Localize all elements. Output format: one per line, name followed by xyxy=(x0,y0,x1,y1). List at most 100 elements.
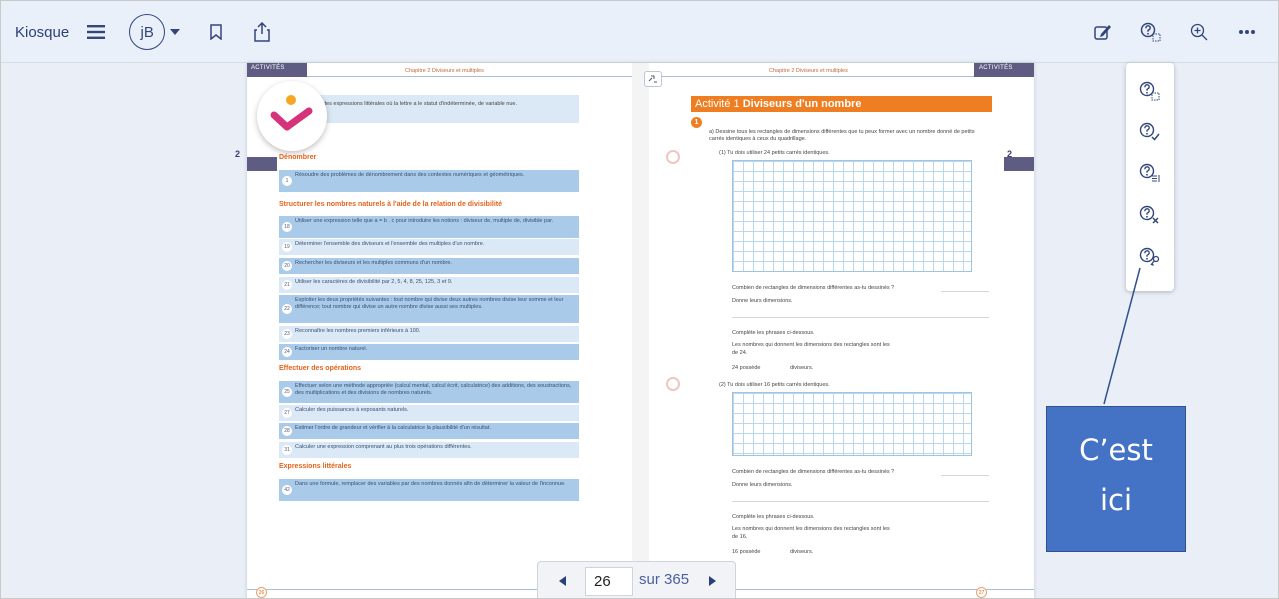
list-item: 22 Exploiter les deux propriétés suivante… xyxy=(279,295,579,323)
kiosque-link[interactable]: Kiosque xyxy=(15,24,69,41)
question-dims-2: Donne leurs dimensions. xyxy=(732,482,793,488)
item-number: 23 xyxy=(282,329,292,339)
question-numbers-2: Les nombres qui donnent les dimensions d… xyxy=(732,526,890,532)
item-number: 25 xyxy=(282,387,292,397)
answer-line[interactable] xyxy=(732,317,989,318)
answer-line[interactable] xyxy=(941,291,989,292)
item-text: Utiliser les caractères de divisibilité … xyxy=(295,279,453,285)
section-title: Effectuer des opérations xyxy=(279,365,362,372)
question-complete-2: Complète les phrases ci-dessous. xyxy=(732,514,815,520)
item-text: Rechercher les diviseurs et les multiple… xyxy=(295,260,452,266)
menu-icon[interactable] xyxy=(83,19,109,45)
right-header-rule xyxy=(649,76,974,77)
list-item: 1 Résoudre des problèmes de dénombrement … xyxy=(279,170,579,192)
left-chapter-label: Chapitre 2 Diviseurs et multiples xyxy=(405,68,484,74)
zoom-in-icon[interactable] xyxy=(1186,19,1212,45)
activity-title: Diviseurs d'un nombre xyxy=(742,98,862,110)
drawing-grid[interactable] xyxy=(732,392,972,456)
item-text: Exploiter les deux propriétés suivantes … xyxy=(295,297,564,310)
item-text: Factoriser un nombre naturel. xyxy=(295,346,368,352)
question-tools-menu xyxy=(1126,63,1174,291)
answer-line[interactable] xyxy=(732,501,989,502)
callout-line-2: ici xyxy=(1099,483,1133,517)
list-item: 24 Factoriser un nombre naturel. xyxy=(279,344,579,360)
right-chapter-number: 2 xyxy=(1007,149,1013,159)
list-item: 25 Effectuer selon une méthode appropriée… xyxy=(279,381,579,403)
left-header-rule xyxy=(307,76,632,77)
avatar[interactable]: jB xyxy=(129,14,166,50)
intro-text: des expressions littérales où la lettre … xyxy=(323,101,517,107)
page-navigator: 26 sur 365 xyxy=(537,561,736,598)
drawing-grid[interactable] xyxy=(732,160,972,272)
more-options-icon[interactable] xyxy=(1234,19,1260,45)
bookmark-icon[interactable] xyxy=(203,19,229,45)
question-a: a) Dessine tous les rectangles de dimens… xyxy=(709,129,975,142)
list-item: 20 Rechercher les diviseurs et les multip… xyxy=(279,258,579,274)
question-numbers-1: Les nombres qui donnent les dimensions d… xyxy=(732,342,890,348)
question-close-icon[interactable] xyxy=(1136,201,1164,229)
callout-box: C’est ici xyxy=(1046,406,1186,552)
page-total-label: sur 365 xyxy=(639,571,690,588)
question-2: (2) Tu dois utiliser 16 petits carrés id… xyxy=(719,382,830,388)
app-logo xyxy=(257,81,327,151)
share-icon[interactable] xyxy=(249,19,275,45)
right-header-tag: ACTIVITÉS xyxy=(979,65,1013,71)
item-text: Reconnaître les nombres premiers inférie… xyxy=(295,328,421,334)
right-chapter-label: Chapitre 2 Diviseurs et multiples xyxy=(769,68,848,74)
chevron-down-icon[interactable] xyxy=(169,19,181,45)
question-complete-1: Complète les phrases ci-dessous. xyxy=(732,330,815,336)
list-item: 19 Déterminer l'ensemble des diviseurs et… xyxy=(279,239,579,255)
right-chapter-tab xyxy=(1004,157,1034,171)
left-chapter-tab xyxy=(247,157,277,171)
question-has-1b: diviseurs. xyxy=(790,365,814,371)
item-number: 24 xyxy=(282,347,292,357)
item-number: 1 xyxy=(282,176,292,186)
item-text: Calculer une expression comprenant au pl… xyxy=(295,444,472,450)
question-frame-icon[interactable] xyxy=(1136,77,1164,105)
list-item: 18 Utiliser une expression telle que a = … xyxy=(279,216,579,238)
question-count-2: Combien de rectangles de dimensions diff… xyxy=(732,469,895,475)
list-item: 31 Calculer une expression comprenant au … xyxy=(279,442,579,458)
item-text: Estimer l'ordre de grandeur et vérifier … xyxy=(295,425,491,431)
item-text: Calculer des puissances à exposants natu… xyxy=(295,407,409,413)
item-text: Utiliser une expression telle que a = b … xyxy=(295,218,554,224)
question-has-2a: 16 possède xyxy=(732,549,761,555)
link-icon[interactable] xyxy=(644,71,662,87)
page-number-input[interactable]: 26 xyxy=(585,567,633,596)
list-item: 42 Dans une formule, remplacer des variab… xyxy=(279,479,579,501)
item-number: 27 xyxy=(282,408,292,418)
question-list-icon[interactable] xyxy=(1136,159,1164,187)
section-title: Structurer les nombres naturels à l'aide… xyxy=(279,201,503,208)
item-number: 28 xyxy=(282,426,292,436)
question-1: (1) Tu dois utiliser 24 petits carrés id… xyxy=(719,150,830,156)
section-title: Dénombrer xyxy=(279,154,317,161)
list-item: 21 Utiliser les caractères de divisibilit… xyxy=(279,277,579,293)
toolbar-left-group: Kiosque jB xyxy=(15,1,275,63)
previous-page-button[interactable] xyxy=(554,573,570,589)
audio-icon[interactable] xyxy=(666,150,680,164)
callout-line-1: C’est xyxy=(1079,433,1153,467)
edit-note-icon[interactable] xyxy=(1090,19,1116,45)
section-title: Expressions littérales xyxy=(279,463,352,470)
list-item: 27 Calculer des puissances à exposants na… xyxy=(279,405,579,421)
question-tool-icon[interactable] xyxy=(1138,19,1164,45)
question-check-icon[interactable] xyxy=(1136,118,1164,146)
activity-prefix: Activité 1 xyxy=(695,98,740,110)
activity-step-badge: 1 xyxy=(691,117,702,128)
next-page-button[interactable] xyxy=(704,573,720,589)
item-text: Résoudre des problèmes de dénombrement d… xyxy=(295,172,525,178)
item-number: 19 xyxy=(282,242,292,252)
app-window: Kiosque jB ACTIVITÉS Chapitre 2 Diviseur… xyxy=(0,0,1279,599)
answer-line[interactable] xyxy=(941,475,989,476)
activity-title-bar: Activité 1 Diviseurs d'un nombre xyxy=(691,96,992,112)
item-text: Effectuer selon une méthode appropriée (… xyxy=(295,383,572,396)
audio-icon[interactable] xyxy=(666,377,680,391)
left-header-tag: ACTIVITÉS xyxy=(251,65,285,71)
toolbar-right-group xyxy=(1090,1,1260,63)
right-page-number: 27 xyxy=(976,587,987,598)
item-number: 42 xyxy=(282,485,292,495)
top-toolbar: Kiosque jB xyxy=(1,1,1278,63)
callout-pointer-line xyxy=(1103,267,1141,405)
item-text: Dans une formule, remplacer des variable… xyxy=(295,481,566,487)
item-text: Déterminer l'ensemble des diviseurs et l… xyxy=(295,241,485,247)
